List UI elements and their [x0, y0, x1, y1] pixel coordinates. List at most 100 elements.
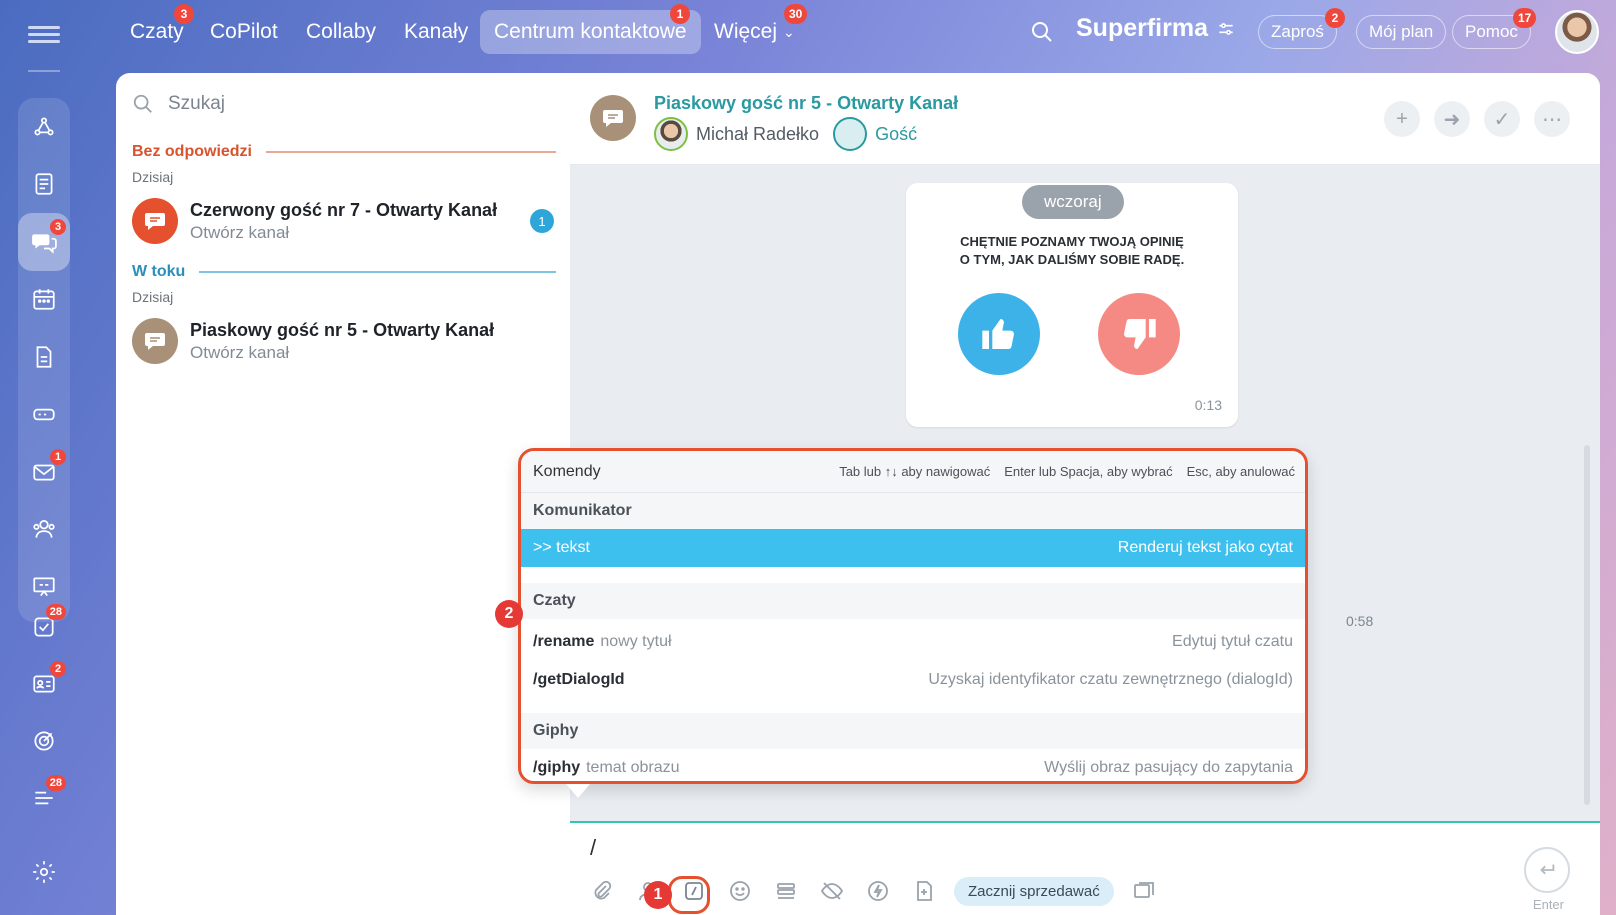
help-label: Pomoc: [1465, 22, 1518, 41]
menu-icon[interactable]: [28, 22, 60, 46]
settings-button[interactable]: [18, 846, 70, 898]
top-bar: Czaty 3 CoPilot Collaby Kanały Centrum k…: [118, 0, 1616, 66]
nav-chats-badge: 3: [174, 4, 194, 24]
rail-item-chats[interactable]: 3: [18, 213, 70, 271]
chat-title[interactable]: Piaskowy gość nr 5 - Otwarty Kanał: [654, 93, 958, 114]
group-in-progress-day: Dzisiaj: [132, 289, 174, 305]
invite-badge: 2: [1325, 8, 1345, 28]
rail-item-goals[interactable]: [18, 712, 70, 770]
command-quote[interactable]: >> tekst Renderuj tekst jako cytat: [521, 529, 1305, 567]
transfer-button[interactable]: ➜: [1434, 101, 1470, 137]
nav-channels-label: Kanały: [404, 20, 469, 43]
command-rename[interactable]: /rename nowy tytuł Edytuj tytuł czatu: [521, 623, 1305, 661]
nav-chats[interactable]: Czaty 3: [130, 4, 194, 54]
more-dots-icon: ⋯: [1542, 108, 1562, 131]
nav-collaby[interactable]: Collaby: [306, 10, 376, 54]
rail-item-mail[interactable]: 1: [18, 443, 70, 501]
command-description: Edytuj tytuł czatu: [1172, 633, 1293, 650]
rail-item-feed[interactable]: [18, 156, 70, 214]
invite-label: Zaproś: [1271, 22, 1324, 41]
emoji-button[interactable]: [724, 875, 756, 907]
rail-item-copilot[interactable]: [18, 98, 70, 156]
chat-members: Michał Radełko Gość: [654, 117, 917, 151]
people-icon: [33, 520, 55, 538]
search-placeholder: Szukaj: [168, 93, 226, 114]
add-button[interactable]: +: [1384, 101, 1420, 137]
thumbs-up-icon: [982, 318, 1014, 350]
rail-item-stream[interactable]: 28: [18, 769, 70, 827]
rail-separator: [28, 70, 60, 72]
chat-subtitle: Otwórz kanał: [190, 342, 290, 362]
thumbs-down-button[interactable]: [1098, 293, 1180, 375]
chat-bubble-icon: [590, 95, 636, 141]
message-input[interactable]: /: [590, 835, 596, 861]
chat-item-sand-guest[interactable]: Piaskowy gość nr 5 - Otwarty Kanał Otwór…: [132, 313, 554, 369]
nav-contact-center-label: Centrum kontaktowe: [494, 20, 687, 43]
target-icon: [34, 731, 54, 751]
nav-chats-label: Czaty: [130, 20, 184, 43]
rail-item-docs[interactable]: [18, 328, 70, 386]
group-in-progress-title: W toku: [132, 263, 186, 280]
rail-item-calendar[interactable]: [18, 271, 70, 329]
search-icon[interactable]: [1030, 20, 1054, 49]
company-brand[interactable]: Superfirma: [1076, 14, 1236, 43]
scrollbar[interactable]: [1584, 445, 1590, 805]
search-box[interactable]: Szukaj: [132, 93, 225, 115]
send-hint: Enter: [1532, 897, 1564, 912]
sidebar-toggle-button[interactable]: [1128, 875, 1160, 907]
help-button[interactable]: Pomoc 17: [1452, 8, 1537, 49]
hidden-message-button[interactable]: [816, 875, 848, 907]
guest-name[interactable]: Gość: [875, 124, 917, 145]
message-time: 0:58: [1346, 613, 1374, 629]
my-plan-label: Mój plan: [1369, 22, 1434, 41]
enter-arrow-icon: [1540, 864, 1555, 875]
guest-avatar[interactable]: [833, 117, 868, 151]
finish-button[interactable]: ✓: [1484, 101, 1520, 137]
invite-button[interactable]: Zaproś 2: [1258, 8, 1345, 49]
nav-more[interactable]: Więcej ⌄ 30: [714, 4, 808, 54]
nav-channels[interactable]: Kanały: [404, 10, 468, 54]
section-chats: Czaty: [521, 583, 1305, 619]
nav-contact-center[interactable]: Centrum kontaktowe 1: [480, 4, 701, 54]
my-plan-button[interactable]: Mój plan: [1356, 15, 1447, 49]
operator-avatar[interactable]: [654, 117, 688, 151]
rating-card: wczoraj Chętnie poznamy Twoją opinię o t…: [906, 183, 1238, 427]
rail-item-drive[interactable]: [18, 386, 70, 444]
section-spacer: [521, 699, 1305, 713]
thumbs-up-button[interactable]: [958, 293, 1040, 375]
rating-question-line-1: Chętnie poznamy Twoją opinię: [960, 234, 1184, 249]
more-button[interactable]: ⋯: [1534, 101, 1570, 137]
message-time: 0:13: [1194, 397, 1222, 413]
date-divider: wczoraj: [1022, 185, 1124, 219]
rail-item-tasks[interactable]: 28: [18, 598, 70, 656]
command-giphy[interactable]: /giphy temat obrazu Wyślij obraz pasujący…: [521, 749, 1305, 781]
nav-contact-center-badge: 1: [670, 4, 690, 24]
rating-question-line-2: o tym, jak daliśmy sobie radę.: [959, 252, 1185, 267]
attach-button[interactable]: [586, 875, 618, 907]
command-argument: nowy tytuł: [600, 633, 672, 650]
command-description: Wyślij obraz pasujący do zapytania: [1044, 759, 1293, 776]
chat-item-red-guest[interactable]: Czerwony gość nr 7 - Otwarty Kanał Otwór…: [132, 193, 554, 249]
section-spacer: [521, 567, 1305, 583]
quick-answers-button[interactable]: [862, 875, 894, 907]
nav-copilot[interactable]: CoPilot: [210, 10, 278, 54]
rail-item-employees[interactable]: [18, 501, 70, 559]
hint-select: Enter lub Spacja, aby wybrać: [1004, 464, 1173, 479]
sparkle-doc-icon: [917, 881, 932, 901]
templates-button[interactable]: [770, 875, 802, 907]
ai-button[interactable]: [908, 875, 940, 907]
step-badge-2: 2: [495, 600, 523, 628]
command-get-dialog-id[interactable]: /getDialogId Uzyskaj identyfikator czatu…: [521, 661, 1305, 699]
document-icon: [36, 346, 52, 368]
rail-item-crm[interactable]: 2: [18, 655, 70, 713]
command-name: /rename: [533, 633, 595, 650]
group-divider: [266, 151, 556, 153]
user-avatar[interactable]: [1555, 10, 1599, 54]
send-button[interactable]: [1524, 847, 1570, 893]
commands-button-highlight: [668, 876, 710, 914]
start-selling-button[interactable]: Zacznij sprzedawać: [954, 876, 1114, 906]
operator-name[interactable]: Michał Radełko: [696, 124, 819, 145]
check-circle-icon: ✓: [1493, 108, 1511, 131]
panels-icon: [1133, 882, 1154, 898]
command-description: Renderuj tekst jako cytat: [1117, 539, 1293, 556]
